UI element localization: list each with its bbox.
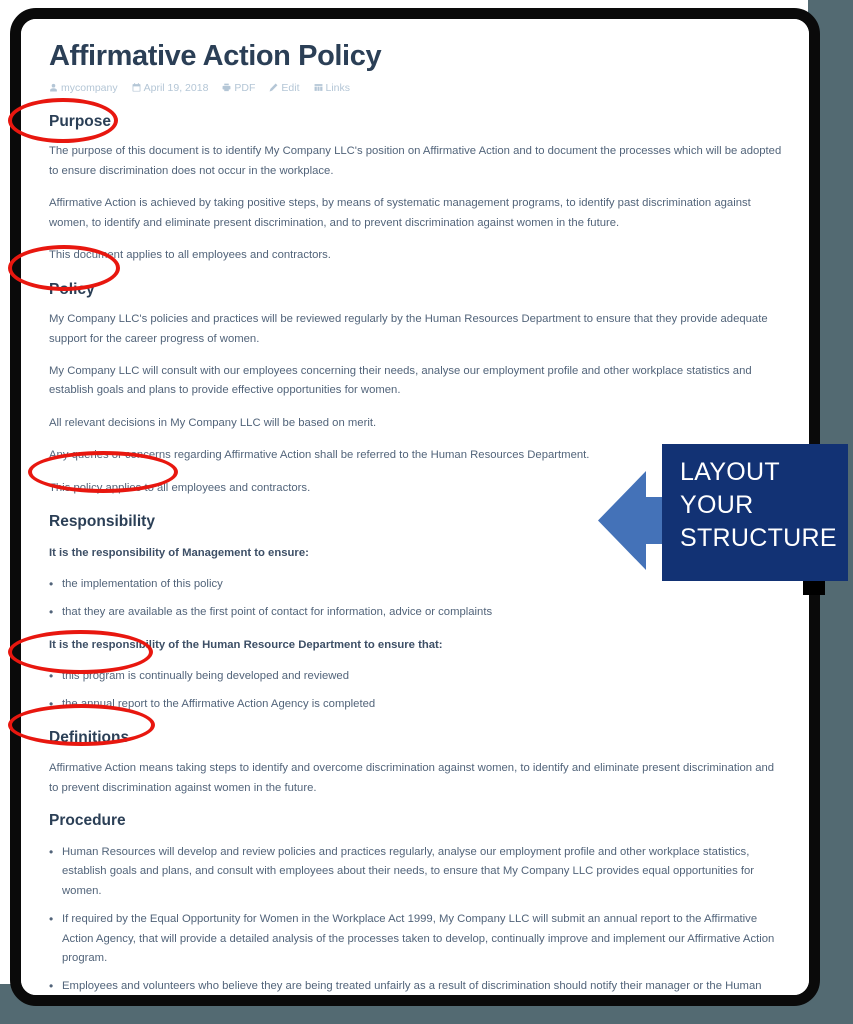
policy-paragraph-5: This policy applies to all employees and…	[49, 481, 311, 494]
policy-paragraph-2: My Company LLC will consult with our emp…	[49, 365, 752, 397]
section-heading-procedure: Procedure	[49, 812, 126, 830]
meta-date-label: April 19, 2018	[143, 81, 209, 94]
definitions-paragraph-1: Affirmative Action means taking steps to…	[49, 762, 775, 794]
section-heading-policy: Policy	[49, 280, 95, 298]
list-item: If required by the Equal Opportunity for…	[49, 909, 783, 968]
list-item: this program is continually being develo…	[49, 666, 783, 687]
screenshot-root: Affirmative Action Policy mycompany Apri…	[0, 0, 853, 1024]
responsibility-lead-management: It is the responsibility of Management t…	[49, 546, 309, 559]
policy-paragraph-3: All relevant decisions in My Company LLC…	[49, 416, 377, 429]
page-title: Affirmative Action Policy	[49, 40, 382, 72]
meta-edit-label: Edit	[281, 81, 300, 94]
pencil-icon	[269, 83, 278, 92]
responsibility-lead-hr: It is the responsibility of the Human Re…	[49, 638, 443, 651]
section-policy: Policy My Company LLC's policies and pra…	[49, 281, 783, 499]
section-procedure: Procedure Human Resources will develop a…	[49, 812, 783, 995]
policy-paragraph-4: Any queries or concerns regarding Affirm…	[49, 449, 590, 462]
purpose-paragraph-3: This document applies to all employees a…	[49, 249, 331, 262]
list-item: the implementation of this policy	[49, 574, 783, 595]
meta-author: mycompany	[49, 82, 118, 94]
section-heading-definitions: Definitions	[49, 728, 130, 746]
list-item: the annual report to the Affirmative Act…	[49, 694, 783, 715]
grid-icon	[314, 83, 323, 92]
responsibility-hr-list: this program is continually being develo…	[49, 666, 783, 716]
meta-pdf-label: PDF	[234, 81, 256, 94]
responsibility-management-list: the implementation of this policy that t…	[49, 574, 783, 624]
meta-date: April 19, 2018	[132, 81, 209, 94]
meta-links-label: Links	[325, 81, 351, 94]
printer-icon	[222, 83, 231, 92]
meta-pdf-link[interactable]: PDF	[222, 82, 255, 94]
meta-author-label: mycompany	[61, 81, 118, 94]
policy-paragraph-1: My Company LLC's policies and practices …	[49, 313, 768, 345]
procedure-list: Human Resources will develop and review …	[49, 842, 783, 995]
meta-edit-link[interactable]: Edit	[269, 81, 300, 94]
user-icon	[49, 83, 58, 92]
purpose-paragraph-2: Affirmative Action is achieved by taking…	[49, 197, 751, 229]
device-frame: Affirmative Action Policy mycompany Apri…	[10, 8, 820, 1006]
document-meta-bar: mycompany April 19, 2018 PDF Edit Links	[49, 82, 783, 94]
list-item: Employees and volunteers who believe the…	[49, 976, 783, 995]
calendar-icon	[132, 83, 141, 92]
section-responsibility: Responsibility It is the responsibility …	[49, 513, 783, 715]
meta-links-link[interactable]: Links	[314, 81, 351, 94]
section-purpose: Purpose The purpose of this document is …	[49, 113, 783, 266]
list-item: Human Resources will develop and review …	[49, 842, 783, 901]
section-heading-responsibility: Responsibility	[49, 513, 155, 531]
purpose-paragraph-1: The purpose of this document is to ident…	[49, 145, 782, 177]
section-definitions: Definitions Affirmative Action means tak…	[49, 729, 783, 798]
section-heading-purpose: Purpose	[49, 112, 112, 130]
document-page: Affirmative Action Policy mycompany Apri…	[21, 19, 809, 995]
list-item: that they are available as the first poi…	[49, 602, 783, 623]
